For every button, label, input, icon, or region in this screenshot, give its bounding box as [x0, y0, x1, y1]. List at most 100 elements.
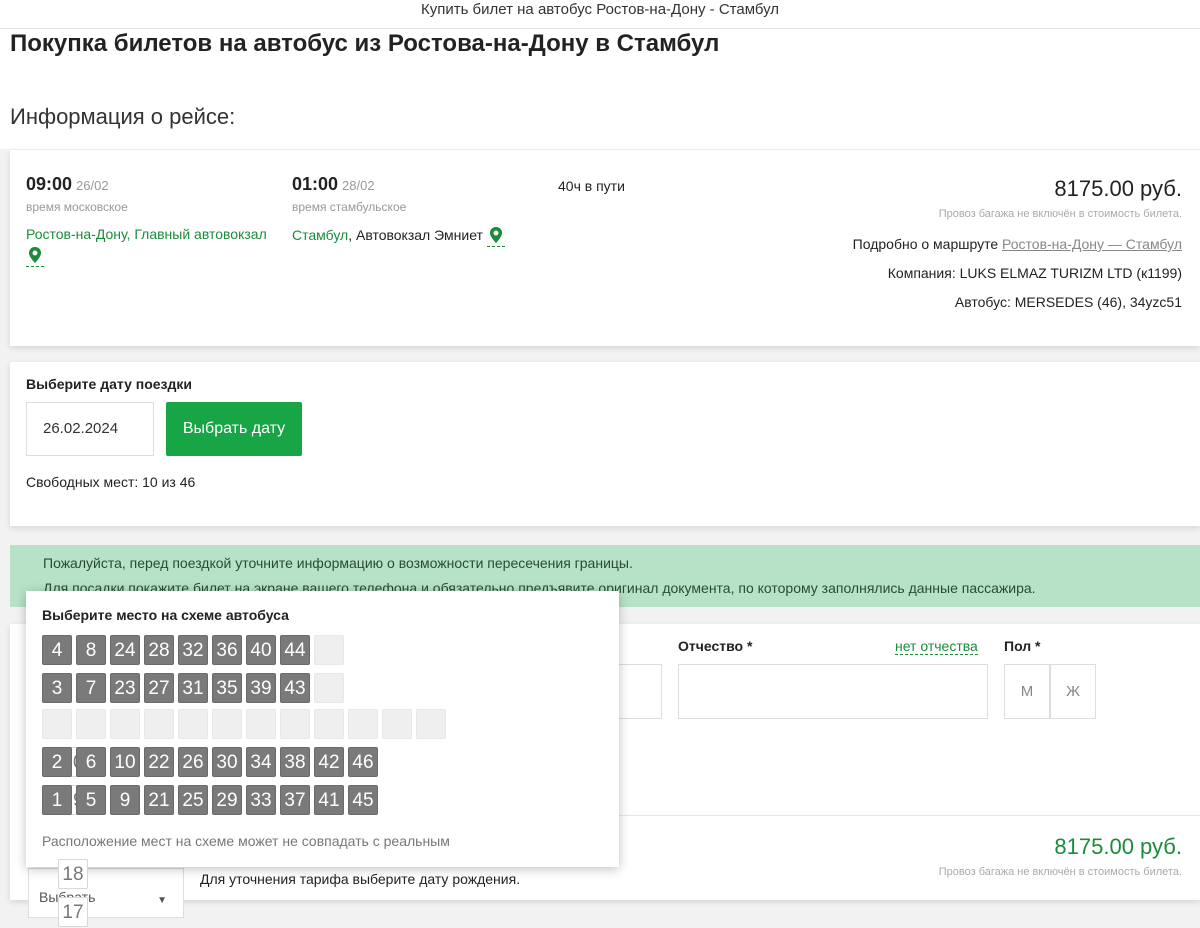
departure-station-name[interactable]: Ростов-на-Дону, Главный автовокзал: [26, 226, 267, 242]
arrival-time-value: 01:00: [292, 174, 339, 194]
seat-empty-slot: [42, 709, 72, 739]
seat-occupied: 3: [42, 673, 72, 703]
seat-occupied: 33: [246, 785, 276, 815]
seat-empty-slot: [212, 709, 242, 739]
seat-occupied: 23: [110, 673, 140, 703]
trip-info-card: 09:00 26/02 время московское Ростов-на-До…: [10, 150, 1200, 346]
arrival-date: 28/02: [342, 178, 375, 193]
seat-occupied: 9: [110, 785, 140, 815]
seat-empty-slot: [416, 709, 446, 739]
seat-occupied: 45: [348, 785, 378, 815]
seat-occupied: 2: [42, 747, 72, 777]
trip-price: 8175.00 руб.: [1054, 176, 1182, 201]
departure-date: 26/02: [76, 178, 109, 193]
patronymic-field[interactable]: [678, 664, 988, 719]
passenger-luggage-note: Провоз багажа не включён в стоимость бил…: [938, 866, 1182, 878]
seat-empty-slot: [76, 709, 106, 739]
seat-occupied: 40: [246, 635, 276, 665]
seat-occupied: 25: [178, 785, 208, 815]
notice-line-1: Пожалуйста, перед поездкой уточните инфо…: [43, 555, 633, 571]
seat-occupied: 27: [144, 673, 174, 703]
chevron-down-icon: ▼: [157, 895, 167, 906]
seat-available[interactable]: 18: [58, 859, 88, 889]
route-link[interactable]: Ростов-на-Дону — Стамбул: [1002, 236, 1182, 252]
seat-occupied: 31: [178, 673, 208, 703]
date-select-card: Выберите дату поездки 26.02.2024 Выбрать…: [10, 362, 1200, 526]
patronymic-label: Отчество *: [678, 638, 753, 654]
seat-occupied: 42: [314, 747, 344, 777]
seat-occupied: 21: [144, 785, 174, 815]
seat-occupied: 28: [144, 635, 174, 665]
seat-occupied: 6: [76, 747, 106, 777]
ticket-type-dropdown[interactable]: Выбрать ▼: [28, 868, 184, 918]
seat-empty-slot: [280, 709, 310, 739]
seat-map-note: Расположение мест на схеме может не совп…: [42, 833, 450, 849]
seat-empty-slot: [314, 673, 344, 703]
date-label: Выберите дату поездки: [26, 376, 192, 392]
window-title-bar: Купить билет на автобус Ростов-на-Дону -…: [0, 0, 1200, 29]
seat-empty-slot: [246, 709, 276, 739]
seat-map-title: Выберите место на схеме автобуса: [42, 607, 289, 623]
seat-occupied: 39: [246, 673, 276, 703]
arrival-station-name[interactable]: Автовокзал Эмниет: [356, 227, 483, 243]
arrival-timezone: время стамбульское: [292, 200, 407, 214]
seat-occupied: 4: [42, 635, 72, 665]
seat-empty-slot: [144, 709, 174, 739]
bus-info: Автобус: MERSEDES (46), 34yzc51: [954, 294, 1182, 310]
date-input[interactable]: 26.02.2024: [26, 402, 154, 456]
seat-occupied: 38: [280, 747, 310, 777]
gender-label: Пол *: [1004, 638, 1041, 654]
company-info: Компания: LUKS ELMAZ TURIZM LTD (к1199): [887, 265, 1182, 281]
departure-time-value: 09:00: [26, 174, 73, 194]
seat-occupied: 36: [212, 635, 242, 665]
section-title: Информация о рейсе:: [10, 104, 236, 129]
free-seats-count: Свободных мест: 10 из 46: [26, 474, 196, 490]
seat-row: [42, 709, 446, 739]
route-details-label: Подробно о маршруте: [852, 236, 999, 252]
seat-occupied: 35: [212, 673, 242, 703]
seat-occupied: 29: [212, 785, 242, 815]
departure-station[interactable]: Ростов-на-Дону, Главный автовокзал: [26, 226, 267, 242]
gender-female-button[interactable]: Ж: [1050, 664, 1096, 719]
seat-empty-slot: [110, 709, 140, 739]
seat-row: 2610141822263034384246: [42, 747, 378, 889]
no-patronymic-link[interactable]: нет отчества: [895, 638, 978, 655]
seat-occupied: 7: [76, 673, 106, 703]
seat-occupied: 43: [280, 673, 310, 703]
seat-occupied: 34: [246, 747, 276, 777]
seat-row: 159131721252933374145: [42, 785, 378, 927]
arrival-station[interactable]: Стамбул, Автовокзал Эмниет: [292, 226, 505, 247]
seat-available[interactable]: 17: [58, 897, 88, 927]
seat-occupied: 37: [280, 785, 310, 815]
seat-occupied: 41: [314, 785, 344, 815]
seat-occupied: 44: [280, 635, 310, 665]
tariff-hint: Для уточнения тарифа выберите дату рожде…: [200, 871, 521, 887]
seat-empty-slot: [348, 709, 378, 739]
departure-map-pin-icon[interactable]: [26, 246, 44, 267]
trip-duration: 40ч в пути: [558, 178, 625, 194]
seat-occupied: 26: [178, 747, 208, 777]
arrival-city[interactable]: Стамбул: [292, 227, 348, 243]
arrival-map-pin-icon[interactable]: [486, 226, 505, 247]
window-title: Купить билет на автобус Ростов-на-Дону -…: [420, 1, 780, 18]
seat-empty-slot: [178, 709, 208, 739]
arrival-time: 01:00 28/02: [292, 174, 375, 195]
seat-empty-slot: [314, 709, 344, 739]
seat-occupied: 30: [212, 747, 242, 777]
page-title: Покупка билетов на автобус из Ростова-на…: [10, 30, 720, 57]
route-details: Подробно о маршруте Ростов-на-Дону — Ста…: [853, 236, 1182, 252]
departure-time: 09:00 26/02: [26, 174, 109, 195]
seat-occupied: 24: [110, 635, 140, 665]
passenger-price: 8175.00 руб.: [1054, 834, 1182, 859]
seat-empty-slot: [314, 635, 344, 665]
seat-map-popup: Выберите место на схеме автобуса 4812162…: [26, 591, 619, 927]
seat-occupied: 5: [76, 785, 106, 815]
seat-row: 37111519232731353943: [42, 673, 344, 815]
gender-male-button[interactable]: М: [1004, 664, 1050, 719]
seat-row: 48121620242832364044: [42, 635, 344, 777]
seat-occupied: 8: [76, 635, 106, 665]
luggage-note: Провоз багажа не включён в стоимость бил…: [938, 208, 1182, 220]
select-date-button[interactable]: Выбрать дату: [166, 402, 302, 456]
seat-occupied: 46: [348, 747, 378, 777]
seat-empty-slot: [382, 709, 412, 739]
